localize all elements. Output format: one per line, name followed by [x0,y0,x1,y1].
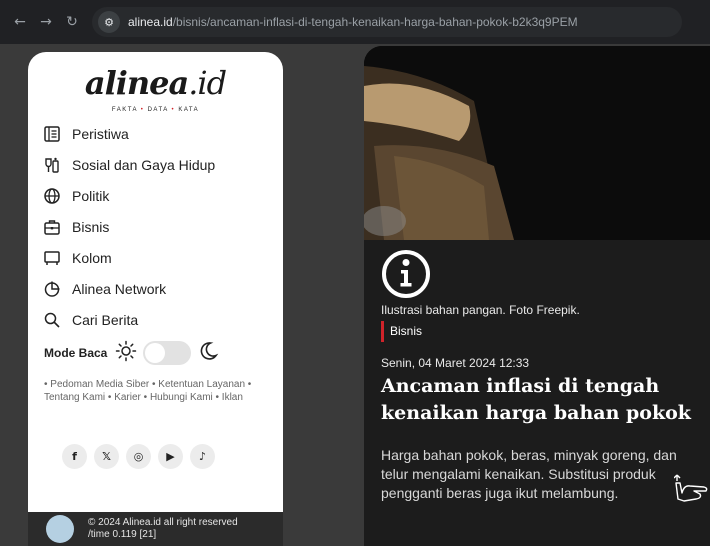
sidebar-item-cari-berita[interactable]: Cari Berita [42,304,215,335]
tagline-part: DATA [147,107,169,113]
toggle-knob [145,343,166,363]
site-settings-icon[interactable]: ⚙ [98,11,120,33]
hero-image [364,46,710,240]
x-icon[interactable]: 𝕏 [94,444,119,469]
sidebar-menu: Peristiwa Sosial dan Gaya Hidup Politik … [42,118,215,335]
url-text[interactable]: alinea.id/bisnis/ancaman-inflasi-di-teng… [128,15,578,29]
article-card: Ilustrasi bahan pangan. Foto Freepik. Bi… [364,46,710,546]
sidebar-item-label: Bisnis [72,218,110,235]
reload-icon[interactable]: ↻ [60,14,84,30]
logo-suffix: .id [188,64,227,102]
copyright-line: © 2024 Alinea.id all right reserved [88,517,238,528]
sidebar-item-alinea-network[interactable]: Alinea Network [42,273,215,304]
facebook-icon[interactable]: f [62,444,87,469]
url-domain: alinea.id [128,15,173,29]
reading-mode-label: Mode Baca [44,346,108,360]
search-icon [42,310,62,330]
youtube-icon[interactable]: ▶ [158,444,183,469]
forward-arrow-icon[interactable]: → [34,14,58,30]
globe-icon [42,186,62,206]
pointer-hand-icon [673,473,710,507]
press-badge-icon [46,515,74,543]
tagline-part: FAKTA [111,107,138,113]
sidebar-item-label: Kolom [72,249,112,266]
back-arrow-icon[interactable]: ← [8,14,32,30]
instagram-icon[interactable]: ◎ [126,444,151,469]
sidebar-item-label: Alinea Network [72,280,167,297]
briefcase-icon [42,217,62,237]
browser-toolbar: ← → ↻ ⚙ alinea.id/bisnis/ancaman-inflasi… [0,0,710,44]
moon-icon [197,340,219,366]
tiktok-icon[interactable]: ♪ [190,444,215,469]
tagline-part: KATA [178,107,200,113]
logo-tagline: FAKTA • DATA • KATA [111,107,200,113]
lifestyle-icon [42,155,62,175]
logo-name: alinea [84,64,189,102]
site-logo[interactable]: alinea.id [28,64,283,102]
social-links: f 𝕏 ◎ ▶ ♪ [62,444,215,469]
sidebar-item-sosial[interactable]: Sosial dan Gaya Hidup [42,149,215,180]
sidebar-item-bisnis[interactable]: Bisnis [42,211,215,242]
network-icon [42,279,62,299]
copyright-text: © 2024 Alinea.id all right reserved /tim… [88,517,238,541]
url-path: /bisnis/ancaman-inflasi-di-tengah-kenaik… [172,15,578,29]
footer-links[interactable]: • Pedoman Media Siber • Ketentuan Layana… [44,378,266,404]
article-headline: Ancaman inflasi di tengah kenaikan harga… [381,375,691,424]
sidebar-item-politik[interactable]: Politik [42,180,215,211]
dark-mode-toggle[interactable] [143,341,192,365]
reading-mode: Mode Baca [44,340,219,366]
copyright-bar: © 2024 Alinea.id all right reserved /tim… [28,512,283,546]
address-bar[interactable]: ⚙ alinea.id/bisnis/ancaman-inflasi-di-te… [92,7,682,37]
sidebar-item-kolom[interactable]: Kolom [42,242,215,273]
sidebar-item-peristiwa[interactable]: Peristiwa [42,118,215,149]
sidebar-item-label: Peristiwa [72,125,129,142]
sidebar-item-label: Sosial dan Gaya Hidup [72,156,216,173]
sidebar-item-label: Cari Berita [72,311,139,328]
sidebar: alinea.id FAKTA • DATA • KATA Peristiwa … [28,52,283,546]
category-label[interactable]: Bisnis [381,321,422,342]
publish-date: Senin, 04 Maret 2024 12:33 [381,356,530,370]
browser-nav: ← → ↻ [8,14,84,30]
newspaper-icon [42,124,62,144]
render-time: /time 0.119 [21] [88,529,157,540]
image-caption: Ilustrasi bahan pangan. Foto Freepik. [381,303,580,317]
info-icon[interactable] [381,249,431,303]
sidebar-item-label: Politik [72,187,110,204]
sun-icon [115,340,137,366]
column-icon [42,248,62,268]
article-lede: Harga bahan pokok, beras, minyak goreng,… [381,447,677,501]
